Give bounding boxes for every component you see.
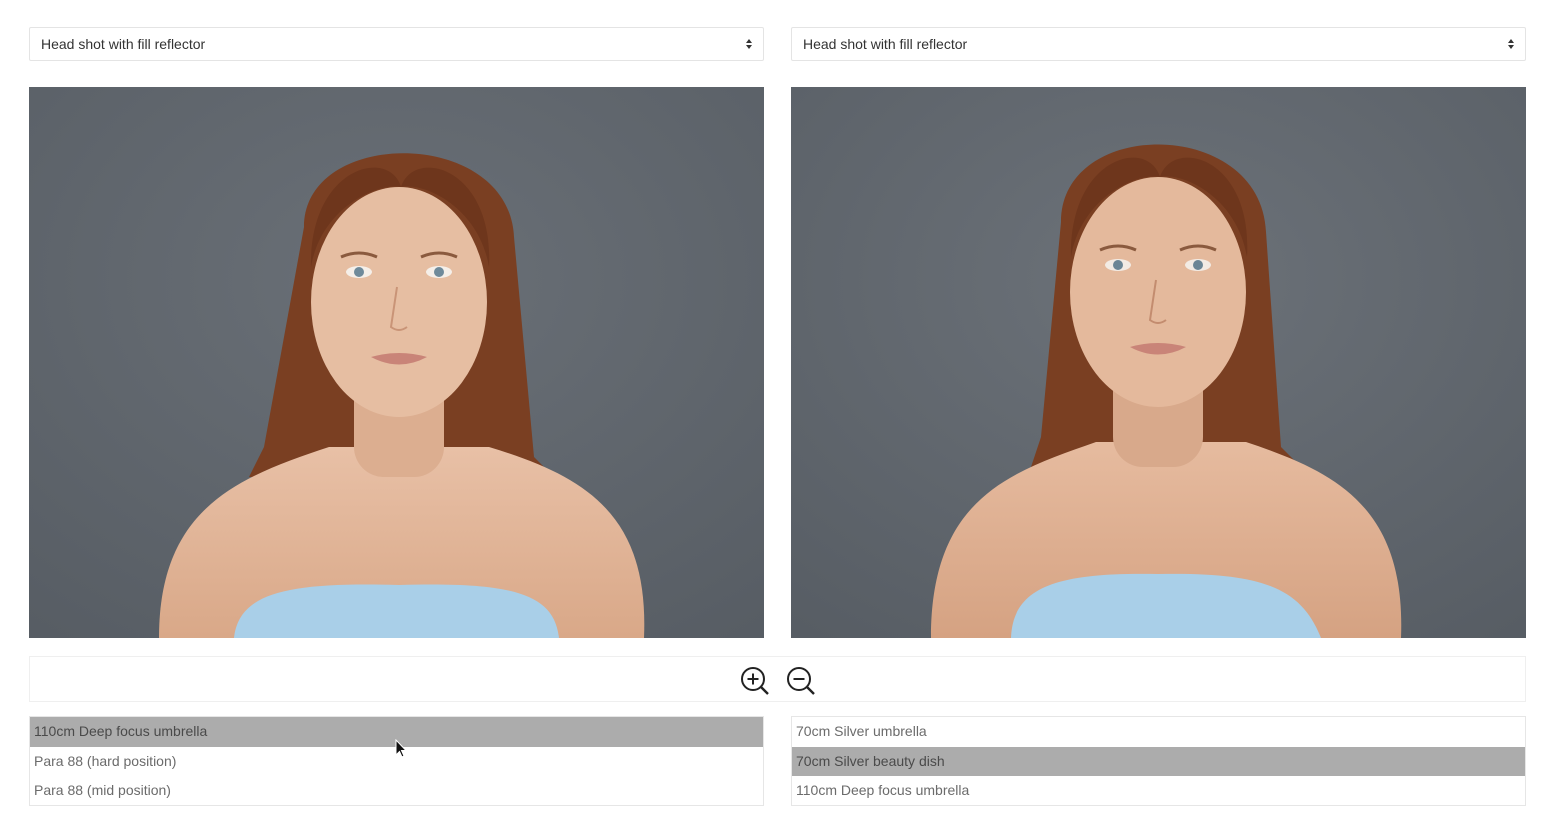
right-modifier-list[interactable]: 70cm Silver umbrella 70cm Silver beauty …	[791, 716, 1526, 806]
select-arrows-icon	[746, 39, 752, 49]
left-list-item[interactable]: Para 88 (mid position)	[30, 776, 763, 806]
right-select-label: Head shot with fill reflector	[803, 36, 968, 52]
zoom-toolbar	[29, 656, 1526, 702]
right-portrait-photo	[791, 87, 1526, 638]
zoom-out-icon[interactable]	[786, 666, 816, 696]
zoom-in-icon[interactable]	[740, 666, 770, 696]
left-lighting-select[interactable]: Head shot with fill reflector	[29, 27, 764, 61]
select-arrows-icon	[1508, 39, 1514, 49]
right-list-item[interactable]: 70cm Silver beauty dish	[792, 746, 1525, 776]
left-portrait-photo	[29, 87, 764, 638]
mouse-cursor-icon	[395, 739, 407, 758]
left-select-label: Head shot with fill reflector	[41, 36, 206, 52]
right-lighting-select[interactable]: Head shot with fill reflector	[791, 27, 1526, 61]
left-modifier-list[interactable]: 110cm Deep focus umbrella Para 88 (hard …	[29, 716, 764, 806]
right-list-item[interactable]: 70cm Silver umbrella	[792, 717, 1525, 747]
right-list-item[interactable]: 110cm Deep focus umbrella	[792, 776, 1525, 806]
